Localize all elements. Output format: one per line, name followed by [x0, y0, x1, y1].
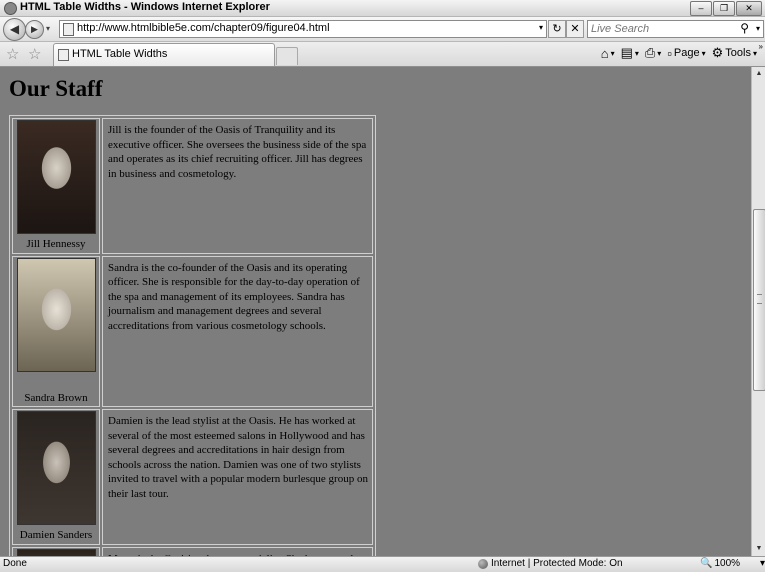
staff-photo-cell: Damien Sanders: [12, 409, 100, 545]
back-button[interactable]: ◀: [3, 18, 26, 41]
table-row: Damien Sanders Damien is the lead stylis…: [12, 409, 373, 545]
forward-button[interactable]: ▶: [25, 20, 44, 39]
close-window-button[interactable]: ✕: [736, 1, 762, 16]
zoom-control[interactable]: 🔍 100% ▾: [700, 558, 765, 569]
ie-logo-icon: [4, 2, 17, 15]
vertical-scrollbar[interactable]: ▲ ▼: [751, 67, 765, 556]
recent-pages-dropdown[interactable]: ▾: [46, 24, 50, 33]
gear-icon: ⚙: [711, 45, 724, 60]
window-title: HTML Table Widths - Windows Internet Exp…: [20, 1, 270, 13]
maximize-button[interactable]: ❐: [713, 1, 735, 16]
staff-photo: [16, 548, 96, 556]
address-dropdown-icon[interactable]: ▾: [539, 23, 543, 32]
staff-name: Sandra Brown: [24, 391, 88, 404]
staff-photo-cell: [12, 546, 100, 556]
tab-label: HTML Table Widths: [72, 48, 168, 60]
zone-text: Internet | Protected Mode: On: [491, 558, 623, 569]
globe-icon: [478, 558, 488, 569]
staff-bio: Jill is the founder of the Oasis of Tran…: [102, 118, 373, 254]
staff-photo-cell: Sandra Brown: [12, 255, 100, 407]
chevron-down-icon[interactable]: ▾: [760, 558, 765, 569]
table-row: Marty is the Oasis' makeover specialist.…: [12, 546, 373, 556]
page-title: Our Staff: [9, 76, 103, 101]
staff-photo-cell: Jill Hennessy: [12, 118, 100, 254]
zoom-level: 100%: [714, 558, 741, 569]
staff-photo: [16, 257, 96, 372]
tab-toolbar: ☆ ☆ HTML Table Widths ⌂ ▾ ▤ ▾ ⎙ ▾ ▫ Page ▾ ⚙ T…: [0, 42, 765, 67]
url-text[interactable]: http://www.htmlbible5e.com/chapter09/fig…: [77, 22, 330, 34]
tools-menu-button[interactable]: ⚙ Tools ▾: [712, 45, 757, 61]
favorites-star-icon[interactable]: ☆: [6, 45, 19, 63]
staff-bio: Marty is the Oasis' makeover specialist.…: [102, 546, 373, 556]
chevron-down-icon: ▾: [701, 48, 706, 58]
page-icon: [63, 23, 74, 36]
search-box[interactable]: ⚲ ▾: [587, 20, 764, 38]
staff-photo: [16, 120, 96, 234]
add-to-favorites-icon[interactable]: ☆: [28, 45, 41, 63]
search-input[interactable]: [591, 22, 731, 35]
new-tab-button[interactable]: [276, 47, 298, 65]
printer-icon: ⎙: [644, 45, 656, 60]
home-icon: ⌂: [600, 45, 609, 61]
command-bar: ⌂ ▾ ▤ ▾ ⎙ ▾ ▫ Page ▾ ⚙ Tools ▾: [601, 45, 757, 61]
address-field[interactable]: http://www.htmlbible5e.com/chapter09/fig…: [59, 20, 547, 38]
chevron-down-icon: ▾: [610, 48, 615, 58]
home-button[interactable]: ⌂ ▾: [601, 46, 615, 61]
page-menu-label: Page: [673, 47, 700, 59]
search-icon[interactable]: ⚲: [740, 21, 749, 35]
table-row: Sandra Brown Sandra is the co-founder of…: [12, 255, 373, 407]
staff-bio: Damien is the lead stylist at the Oasis.…: [102, 409, 373, 545]
chevron-down-icon: ▾: [657, 48, 662, 58]
page-icon: [58, 49, 69, 61]
more-commands-chevron-icon[interactable]: »: [759, 42, 763, 51]
minimize-button[interactable]: –: [690, 1, 712, 16]
staff-photo: [16, 411, 96, 525]
stop-button[interactable]: ✕: [566, 20, 584, 38]
feeds-button[interactable]: ▤ ▾: [621, 45, 639, 61]
status-text: Done: [3, 558, 27, 569]
scroll-down-arrow-icon[interactable]: ▼: [753, 542, 765, 556]
window-title-bar: HTML Table Widths - Windows Internet Exp…: [0, 0, 765, 17]
page-icon: ▫: [667, 45, 672, 61]
staff-name: Jill Hennessy: [26, 238, 86, 250]
search-options-dropdown[interactable]: ▾: [756, 24, 760, 33]
print-button[interactable]: ⎙ ▾: [645, 45, 661, 61]
page-viewport: Our Staff Jill Hennessy Jill is the foun…: [0, 67, 751, 556]
chevron-down-icon: ▾: [634, 48, 639, 58]
scroll-up-arrow-icon[interactable]: ▲: [753, 67, 765, 81]
rss-feed-icon: ▤: [620, 45, 633, 60]
grip-icon: [757, 294, 762, 304]
page-menu-button[interactable]: ▫ Page ▾: [667, 46, 705, 61]
staff-bio: Sandra is the co-founder of the Oasis an…: [102, 255, 373, 407]
table-row: Jill Hennessy Jill is the founder of the…: [12, 118, 373, 254]
address-toolbar: ◀ ▶ ▾ http://www.htmlbible5e.com/chapter…: [0, 17, 765, 42]
scrollbar-thumb[interactable]: [753, 209, 765, 391]
staff-table: Jill Hennessy Jill is the founder of the…: [9, 115, 376, 556]
refresh-button[interactable]: ↻: [548, 20, 566, 38]
staff-name: Damien Sanders: [19, 529, 93, 541]
tools-menu-label: Tools: [725, 47, 751, 59]
window-controls: – ❐ ✕: [690, 1, 762, 16]
status-bar: Done Internet | Protected Mode: On 🔍 100…: [0, 556, 765, 572]
tab-html-table-widths[interactable]: HTML Table Widths: [53, 43, 275, 66]
security-zone[interactable]: Internet | Protected Mode: On: [478, 558, 623, 569]
zoom-icon: 🔍: [700, 558, 713, 569]
chevron-down-icon: ▾: [752, 48, 757, 58]
